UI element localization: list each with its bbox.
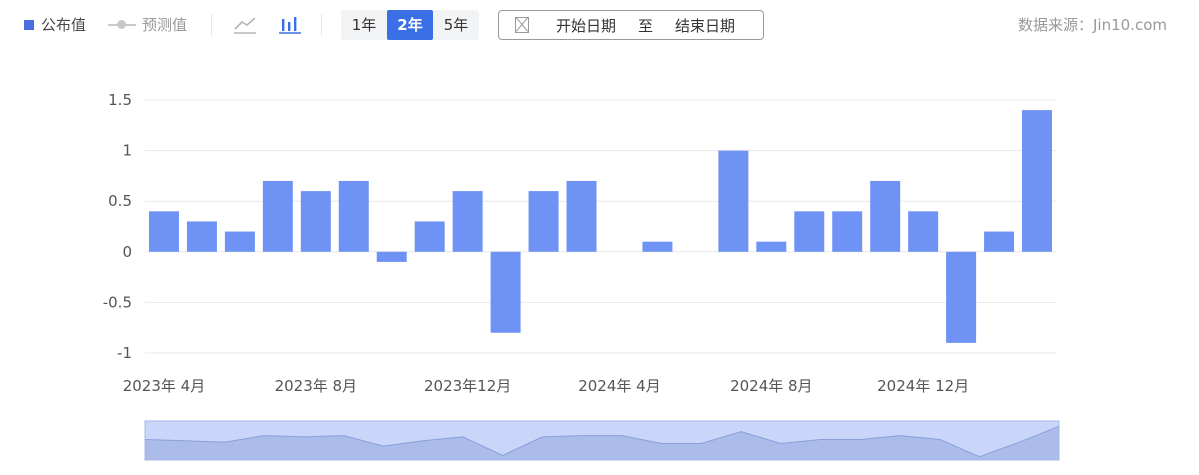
- y-tick-label: 0.5: [108, 192, 132, 210]
- bar[interactable]: [376, 251, 407, 262]
- x-tick-label: 2024年 4月: [578, 377, 661, 395]
- bar[interactable]: [528, 191, 559, 252]
- x-tick-label: 2023年 4月: [123, 377, 206, 395]
- bar[interactable]: [642, 241, 673, 252]
- bar[interactable]: [832, 211, 863, 252]
- bar[interactable]: [186, 221, 217, 252]
- bar[interactable]: [870, 180, 901, 252]
- bar[interactable]: [1022, 110, 1053, 252]
- range-navigator[interactable]: [144, 420, 1060, 461]
- bar[interactable]: [490, 251, 521, 333]
- x-tick-label: 2023年12月: [424, 377, 511, 395]
- bar[interactable]: [908, 211, 939, 252]
- bar[interactable]: [756, 241, 787, 252]
- bar[interactable]: [262, 180, 293, 252]
- bar[interactable]: [452, 191, 483, 252]
- bar[interactable]: [300, 191, 331, 252]
- bar[interactable]: [224, 231, 255, 252]
- x-tick-label: 2023年 8月: [275, 377, 358, 395]
- y-tick-label: 1: [122, 142, 132, 160]
- bar[interactable]: [984, 231, 1015, 252]
- bar-chart: 1.5 1 0.5 0 -0.5 -1 2023年 4月 2023年 8月 2023年12月 2…: [103, 91, 1060, 461]
- y-tick-label: 0: [122, 243, 132, 261]
- y-tick-label: 1.5: [108, 91, 132, 109]
- bar[interactable]: [148, 211, 179, 252]
- y-tick-label: -1: [117, 344, 132, 362]
- bar[interactable]: [566, 180, 597, 252]
- bar[interactable]: [414, 221, 445, 252]
- y-tick-label: -0.5: [103, 293, 132, 311]
- bar[interactable]: [946, 251, 977, 343]
- x-tick-label: 2024年 8月: [730, 377, 813, 395]
- x-tick-label: 2024年 12月: [877, 377, 969, 395]
- bar[interactable]: [718, 150, 749, 252]
- bar[interactable]: [338, 180, 369, 252]
- bar[interactable]: [794, 211, 825, 252]
